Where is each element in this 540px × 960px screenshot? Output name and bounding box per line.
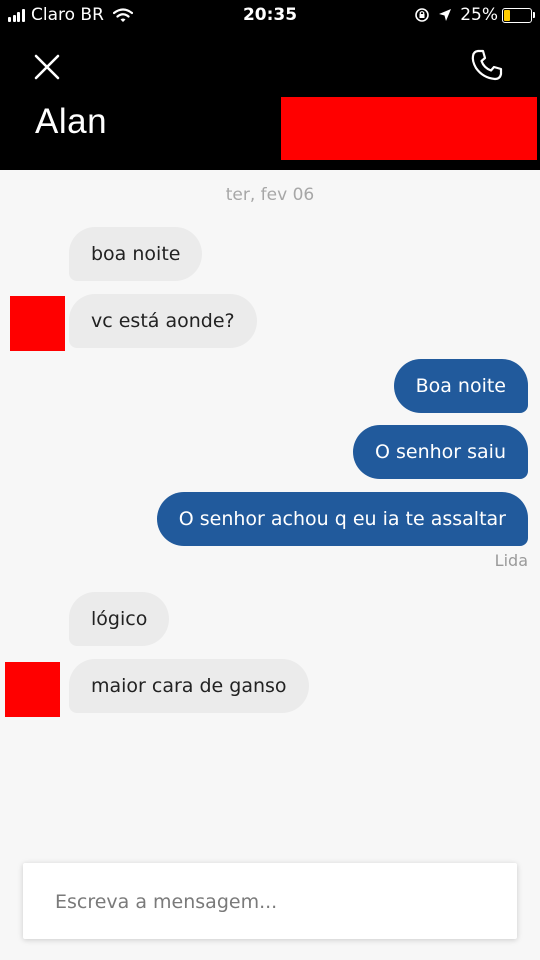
message-composer (23, 863, 517, 941)
message-incoming: maior cara de ganso (69, 659, 309, 713)
message-outgoing: O senhor saiu (352, 425, 528, 479)
contact-name: Alan (35, 102, 108, 141)
status-bar: Claro BR 20:35 25% (0, 0, 540, 32)
orientation-lock-icon (415, 8, 430, 22)
redacted-area (281, 97, 537, 160)
message-incoming: boa noite (69, 227, 203, 281)
chat-header: Alan (0, 32, 540, 170)
phone-icon[interactable] (470, 48, 504, 82)
message-outgoing: O senhor achou q eu ia te assaltar (156, 492, 528, 546)
location-icon (439, 9, 452, 21)
message-incoming: lógico (69, 592, 170, 646)
avatar-redacted (10, 296, 65, 351)
close-icon[interactable] (30, 50, 64, 84)
read-receipt: Lida (494, 551, 528, 570)
message-input[interactable] (53, 863, 497, 941)
date-separator: ter, fev 06 (225, 185, 315, 205)
battery-icon (502, 7, 535, 23)
battery-percent: 25% (460, 5, 498, 25)
avatar-redacted (5, 662, 60, 717)
message-outgoing: Boa noite (393, 359, 528, 413)
status-right: 25% (414, 5, 535, 25)
message-incoming: vc está aonde? (69, 294, 257, 348)
